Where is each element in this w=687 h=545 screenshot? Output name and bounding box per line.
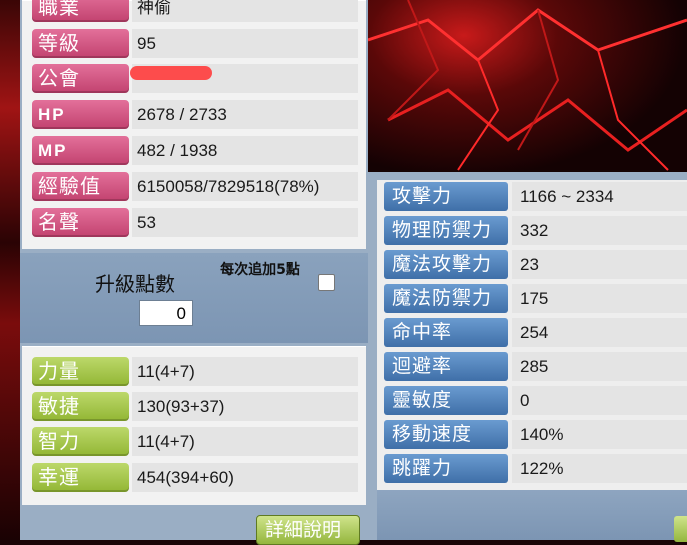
job-value: 神偷 [132, 0, 358, 22]
detail-stat-window: 攻擊力 1166 ~ 2334 物理防禦力 332 魔法攻擊力 23 魔法防禦力… [368, 172, 687, 542]
magic-attack-value: 23 [512, 250, 687, 279]
luk-value: 454(394+60) [132, 463, 358, 492]
luk-label: 幸運 [32, 463, 129, 492]
job-label: 職業 [32, 0, 129, 22]
level-label: 等級 [32, 29, 129, 58]
mp-label: MP [32, 136, 129, 165]
physical-defense-label: 物理防禦力 [384, 216, 508, 245]
ability-stats-group: 力量 11(4+7) 敏捷 130(93+37) 智力 11(4+7) 幸運 4… [22, 346, 366, 505]
avoidability-row: 迴避率 285 [377, 351, 687, 382]
speed-value: 140% [512, 420, 687, 449]
int-value: 11(4+7) [132, 427, 358, 456]
magic-attack-row: 魔法攻擊力 23 [377, 249, 687, 280]
fame-value: 53 [132, 208, 358, 237]
avoidability-label: 迴避率 [384, 352, 508, 381]
exp-value: 6150058/7829518(78%) [132, 172, 358, 201]
guild-name-redaction [130, 66, 212, 80]
hp-label: HP [32, 100, 129, 129]
physical-defense-value: 332 [512, 216, 687, 245]
hp-row: HP 2678 / 2733 [32, 100, 362, 129]
character-stat-window: 職業 神偷 等級 95 公會 HP 2678 / 2733 MP 482 / 1… [20, 0, 368, 545]
attack-value: 1166 ~ 2334 [512, 182, 687, 211]
luk-row: 幸運 454(394+60) [32, 463, 362, 492]
level-row: 等級 95 [32, 29, 362, 58]
speed-row: 移動速度 140% [377, 419, 687, 450]
accuracy-label: 命中率 [384, 318, 508, 347]
dex-row: 敏捷 130(93+37) [32, 392, 362, 421]
hands-value: 0 [512, 386, 687, 415]
ability-point-label: 升級點數 [95, 272, 175, 296]
fame-row: 名聲 53 [32, 208, 362, 237]
mp-row: MP 482 / 1938 [32, 136, 362, 165]
speed-label: 移動速度 [384, 420, 508, 449]
accuracy-row: 命中率 254 [377, 317, 687, 348]
int-label: 智力 [32, 427, 129, 456]
int-row: 智力 11(4+7) [32, 427, 362, 456]
basic-info-group: 職業 神偷 等級 95 公會 HP 2678 / 2733 MP 482 / 1… [22, 0, 366, 249]
detail-button[interactable]: 詳細說明 [256, 515, 360, 545]
str-label: 力量 [32, 357, 129, 386]
ability-point-panel [20, 253, 368, 343]
level-value: 95 [132, 29, 358, 58]
hp-value: 2678 / 2733 [132, 100, 358, 129]
attack-row: 攻擊力 1166 ~ 2334 [377, 181, 687, 212]
exp-label: 經驗值 [32, 172, 129, 201]
str-row: 力量 11(4+7) [32, 357, 362, 386]
footer-button-edge[interactable] [674, 516, 687, 542]
dex-value: 130(93+37) [132, 392, 358, 421]
detail-window-footer [377, 490, 687, 540]
ability-point-value: 0 [139, 300, 193, 326]
magic-attack-label: 魔法攻擊力 [384, 250, 508, 279]
add-five-points-label: 每次追加5點 [220, 262, 300, 278]
attack-label: 攻擊力 [384, 182, 508, 211]
jump-row: 跳躍力 122% [377, 453, 687, 484]
dex-label: 敏捷 [32, 392, 129, 421]
physical-defense-row: 物理防禦力 332 [377, 215, 687, 246]
job-row: 職業 神偷 [32, 0, 362, 22]
accuracy-value: 254 [512, 318, 687, 347]
magic-defense-value: 175 [512, 284, 687, 313]
game-background-left [0, 0, 20, 540]
hands-row: 靈敏度 0 [377, 385, 687, 416]
exp-row: 經驗值 6150058/7829518(78%) [32, 172, 362, 201]
hands-label: 靈敏度 [384, 386, 508, 415]
fame-label: 名聲 [32, 208, 129, 237]
avoidability-value: 285 [512, 352, 687, 381]
magic-defense-label: 魔法防禦力 [384, 284, 508, 313]
jump-label: 跳躍力 [384, 454, 508, 483]
str-value: 11(4+7) [132, 357, 358, 386]
jump-value: 122% [512, 454, 687, 483]
mp-value: 482 / 1938 [132, 136, 358, 165]
add-five-points-checkbox[interactable] [318, 274, 335, 291]
magic-defense-row: 魔法防禦力 175 [377, 283, 687, 314]
guild-label: 公會 [32, 64, 129, 93]
game-background [368, 0, 687, 178]
